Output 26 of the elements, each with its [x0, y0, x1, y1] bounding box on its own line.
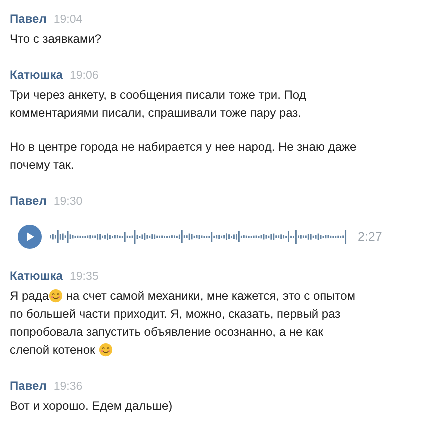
play-icon	[26, 232, 34, 242]
message-time: 19:36	[54, 381, 83, 393]
message-time: 19:30	[54, 196, 83, 208]
message-text: Три через анкету, в сообщения писали тоже три. Под	[10, 87, 306, 104]
message-text: Я рада	[10, 288, 50, 305]
sender-name[interactable]: Павел	[10, 12, 47, 26]
message-text: попробовала запустить объявление осознанно, а не как	[10, 324, 324, 341]
sender-name[interactable]: Катюшка	[10, 68, 63, 82]
message-text: на счет самой механики, мне кажется, это с опытом	[65, 288, 356, 305]
play-button[interactable]	[18, 225, 42, 249]
sender-name[interactable]: Павел	[10, 379, 47, 393]
message-text: Что с заявками?	[10, 31, 102, 48]
sender-name[interactable]: Павел	[10, 194, 47, 208]
voice-duration: 2:27	[358, 230, 382, 244]
message-text: комментариями писали, спрашивали тоже пару раз.	[10, 105, 302, 122]
message-time: 19:04	[54, 14, 83, 26]
message-text: почему так.	[10, 157, 74, 174]
message-text: по большей части приходит. Я, можно, сказать, первый раз	[10, 306, 341, 323]
message-text: слепой котенок	[10, 342, 96, 359]
message-text: Вот и хорошо. Едем дальше)	[10, 398, 173, 415]
message-text: Но в центре города не набирается у нее народ. Не знаю даже	[10, 139, 357, 156]
message-time: 19:35	[70, 271, 99, 283]
smiling-face-icon	[49, 289, 64, 303]
smiling-face-icon	[98, 343, 113, 357]
sender-name[interactable]: Катюшка	[10, 269, 63, 283]
message-time: 19:06	[70, 70, 99, 82]
